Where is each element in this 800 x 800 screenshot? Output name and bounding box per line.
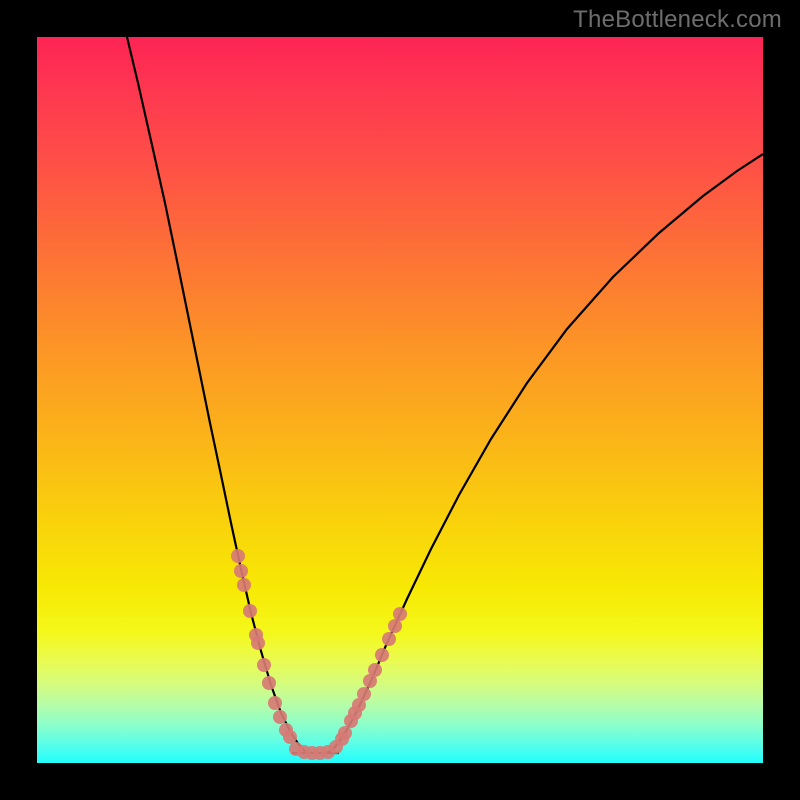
data-dot	[283, 730, 297, 744]
data-dot	[368, 663, 382, 677]
chart-frame: TheBottleneck.com	[0, 0, 800, 800]
plot-area	[37, 37, 763, 763]
curve-right	[327, 154, 763, 753]
data-dot	[357, 687, 371, 701]
chart-svg	[37, 37, 763, 763]
data-dot	[382, 632, 396, 646]
data-dot	[243, 604, 257, 618]
data-dot	[237, 578, 251, 592]
data-dot	[268, 696, 282, 710]
data-dots-group	[231, 549, 407, 760]
data-dot	[231, 549, 245, 563]
data-dot	[388, 619, 402, 633]
data-dot	[234, 564, 248, 578]
data-dot	[257, 658, 271, 672]
curve-left	[127, 37, 311, 753]
data-dot	[338, 726, 352, 740]
data-dot	[262, 676, 276, 690]
data-dot	[273, 710, 287, 724]
data-dot	[251, 636, 265, 650]
watermark-text: TheBottleneck.com	[573, 6, 782, 34]
data-dot	[393, 607, 407, 621]
data-dot	[375, 648, 389, 662]
